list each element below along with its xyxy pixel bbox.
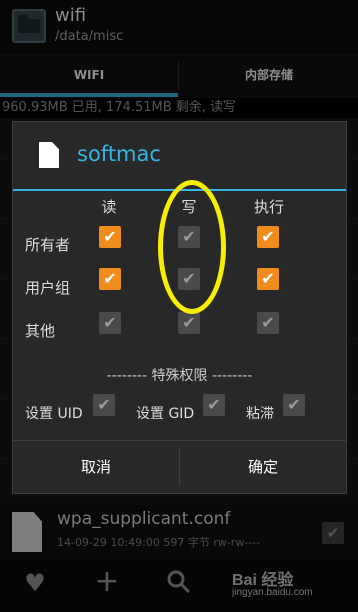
owner-read-checkbox[interactable]: ✔: [99, 226, 121, 248]
ok-button[interactable]: 确定: [180, 441, 346, 493]
setgid-checkbox[interactable]: ✔: [203, 394, 225, 416]
other-read-checkbox[interactable]: ✔: [99, 312, 121, 334]
setgid-label: 设置 GID: [136, 406, 195, 422]
owner-write-checkbox[interactable]: ✔: [178, 226, 200, 248]
permissions-dialog: softmac 读 写 执行 所有者 用户组 其他 ✔ ✔ ✔ ✔ ✔ ✔ ✔ …: [12, 121, 347, 494]
row-other-label: 其他: [25, 322, 56, 340]
column-execute: 执行: [253, 198, 284, 216]
cancel-button[interactable]: 取消: [13, 441, 179, 493]
other-execute-checkbox[interactable]: ✔: [257, 312, 279, 334]
title-divider: [13, 189, 346, 191]
column-write: 写: [181, 198, 197, 216]
row-owner-label: 所有者: [25, 236, 71, 254]
dialog-title: softmac: [77, 142, 161, 166]
group-execute-checkbox[interactable]: ✔: [257, 268, 279, 290]
file-icon: [39, 142, 59, 168]
sticky-label: 粘滞: [246, 406, 274, 422]
owner-execute-checkbox[interactable]: ✔: [257, 226, 279, 248]
special-permissions-title: -------- 特殊权限 --------: [106, 368, 253, 384]
setuid-checkbox[interactable]: ✔: [93, 394, 115, 416]
group-write-checkbox[interactable]: ✔: [178, 268, 200, 290]
setuid-label: 设置 UID: [25, 406, 83, 422]
row-group-label: 用户组: [25, 279, 71, 297]
group-read-checkbox[interactable]: ✔: [99, 268, 121, 290]
sticky-checkbox[interactable]: ✔: [283, 394, 305, 416]
other-write-checkbox[interactable]: ✔: [178, 312, 200, 334]
column-read: 读: [101, 198, 117, 216]
